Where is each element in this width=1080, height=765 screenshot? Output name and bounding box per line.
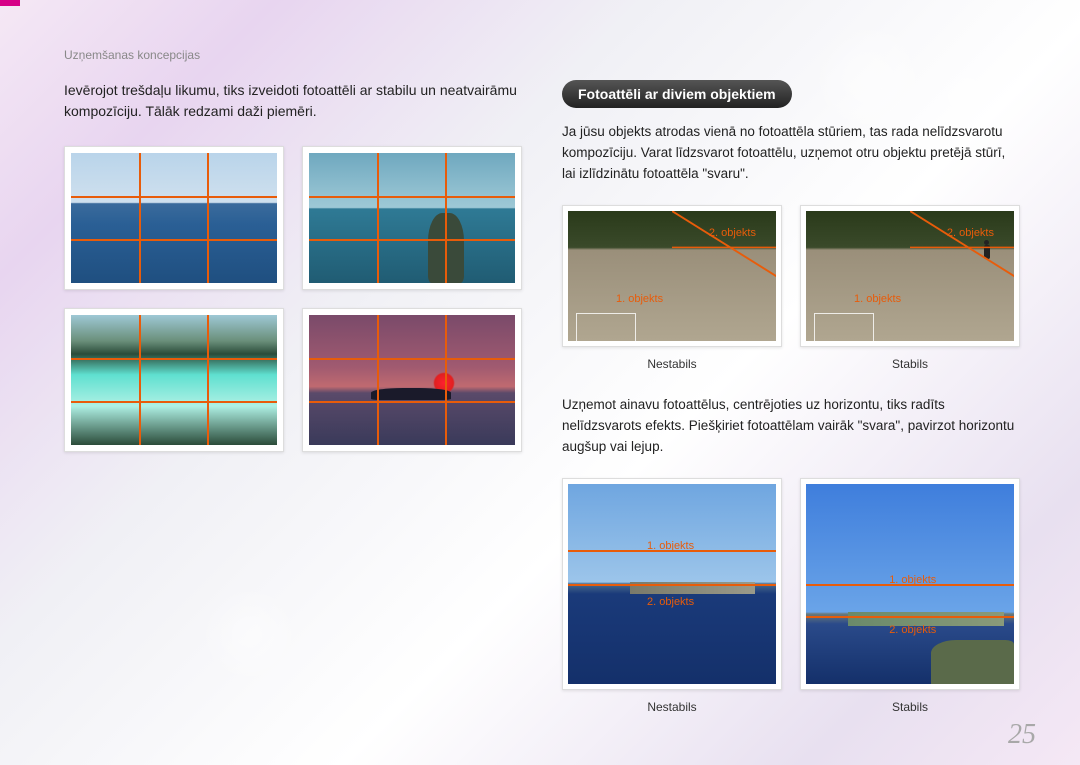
comparison-row-diagonal: 2. objekts 1. objekts Nestabils bbox=[562, 205, 1020, 371]
caption-unstable: Nestabils bbox=[562, 357, 782, 371]
object-label-2: 2. objekts bbox=[647, 596, 694, 608]
page-number: 25 bbox=[1008, 719, 1036, 751]
breadcrumb: Uzņemšanas koncepcijas bbox=[64, 48, 200, 62]
comparison-unstable: 1. objekts 2. objekts Nestabils bbox=[562, 478, 782, 714]
caption-stable: Stabils bbox=[800, 700, 1020, 714]
object-label-2: 2. objekts bbox=[709, 227, 756, 239]
para-horizon: Uzņemot ainavu fotoattēlus, centrējoties… bbox=[562, 395, 1020, 458]
object-label-2: 2. objekts bbox=[889, 624, 936, 636]
left-column: Ievērojot trešdaļu likumu, tiks izveidot… bbox=[64, 80, 522, 738]
intro-text: Ievērojot trešdaļu likumu, tiks izveidot… bbox=[64, 80, 522, 122]
section-title: Fotoattēli ar diviem objektiem bbox=[562, 80, 792, 108]
caption-stable: Stabils bbox=[800, 357, 1020, 371]
person-icon bbox=[984, 245, 990, 259]
thirds-examples-grid bbox=[64, 146, 522, 452]
goal-net-icon bbox=[576, 313, 636, 341]
example-rockspire bbox=[309, 153, 515, 283]
example-frame bbox=[64, 146, 284, 290]
object-label-1: 1. objekts bbox=[647, 540, 694, 552]
example-frame bbox=[302, 308, 522, 452]
example-frame bbox=[64, 308, 284, 452]
accent-bar bbox=[0, 0, 20, 6]
object-label-2: 2. objekts bbox=[947, 227, 994, 239]
comparison-stable: 2. objekts 1. objekts Stabils bbox=[800, 205, 1020, 371]
para-two-subjects: Ja jūsu objekts atrodas vienā no fotoatt… bbox=[562, 122, 1020, 185]
example-frame bbox=[302, 146, 522, 290]
example-sunset bbox=[309, 315, 515, 445]
example-lake bbox=[71, 315, 277, 445]
comparison-row-horizon: 1. objekts 2. objekts Nestabils 1. objek… bbox=[562, 478, 1020, 714]
object-label-1: 1. objekts bbox=[616, 293, 663, 305]
comparison-unstable: 2. objekts 1. objekts Nestabils bbox=[562, 205, 782, 371]
object-label-1: 1. objekts bbox=[889, 574, 936, 586]
example-seascape bbox=[71, 153, 277, 283]
comparison-stable: 1. objekts 2. objekts Stabils bbox=[800, 478, 1020, 714]
right-column: Fotoattēli ar diviem objektiem Ja jūsu o… bbox=[562, 80, 1020, 738]
caption-unstable: Nestabils bbox=[562, 700, 782, 714]
object-label-1: 1. objekts bbox=[854, 293, 901, 305]
goal-net-icon bbox=[814, 313, 874, 341]
